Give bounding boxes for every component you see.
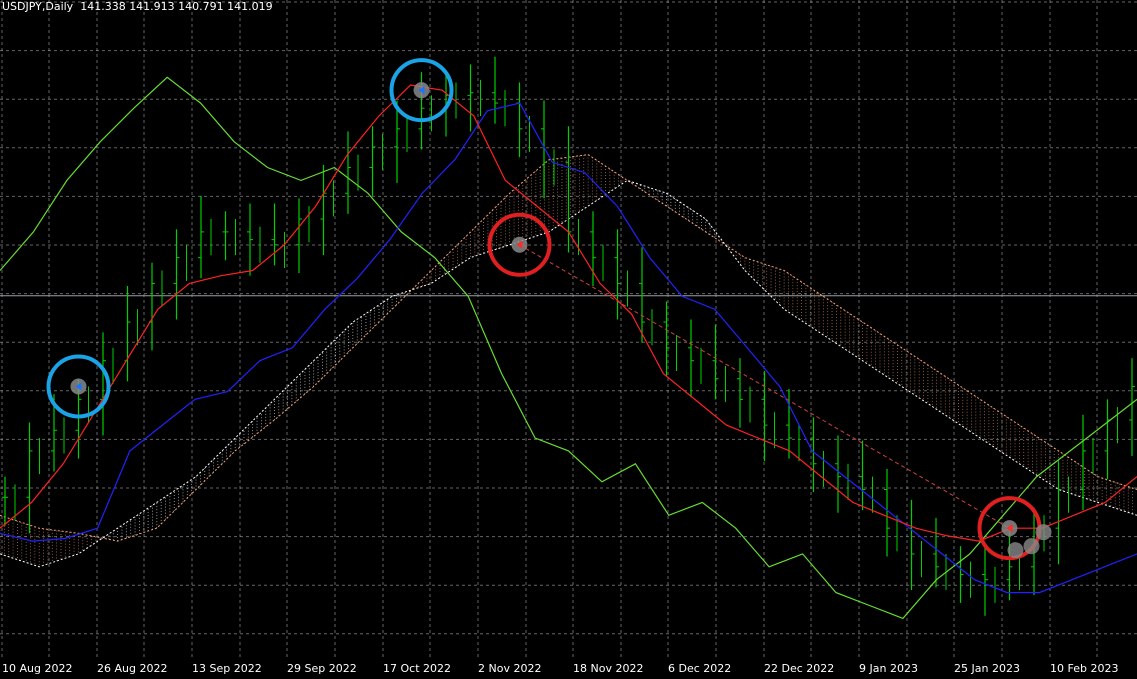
trade-marker-dot <box>1035 524 1052 541</box>
trade-marker-dot <box>1007 542 1024 559</box>
x-tick-label: 17 Oct 2022 <box>383 662 451 675</box>
x-tick-label: 29 Sep 2022 <box>287 662 357 675</box>
x-tick-label: 9 Jan 2023 <box>859 662 918 675</box>
symbol-label: USDJPY,Daily <box>2 0 74 13</box>
x-tick-label: 13 Sep 2022 <box>192 662 262 675</box>
chart-title: USDJPY,Daily 141.338 141.913 140.791 141… <box>2 0 273 13</box>
x-tick-label: 6 Dec 2022 <box>668 662 731 675</box>
ohlc-values: 141.338 141.913 140.791 141.019 <box>80 0 273 13</box>
x-tick-label: 22 Dec 2022 <box>764 662 834 675</box>
x-tick-label: 10 Aug 2022 <box>2 662 72 675</box>
ichimoku-chart[interactable]: 10 Aug 2022 26 Aug 2022 13 Sep 2022 29 Sep … <box>0 0 1137 679</box>
x-tick-label: 26 Aug 2022 <box>97 662 167 675</box>
x-tick-label: 10 Feb 2023 <box>1050 662 1118 675</box>
x-tick-label: 25 Jan 2023 <box>954 662 1020 675</box>
x-tick-label: 18 Nov 2022 <box>573 662 643 675</box>
chart-background <box>0 0 1137 679</box>
trade-marker-dot <box>1023 538 1040 555</box>
x-tick-label: 2 Nov 2022 <box>478 662 541 675</box>
